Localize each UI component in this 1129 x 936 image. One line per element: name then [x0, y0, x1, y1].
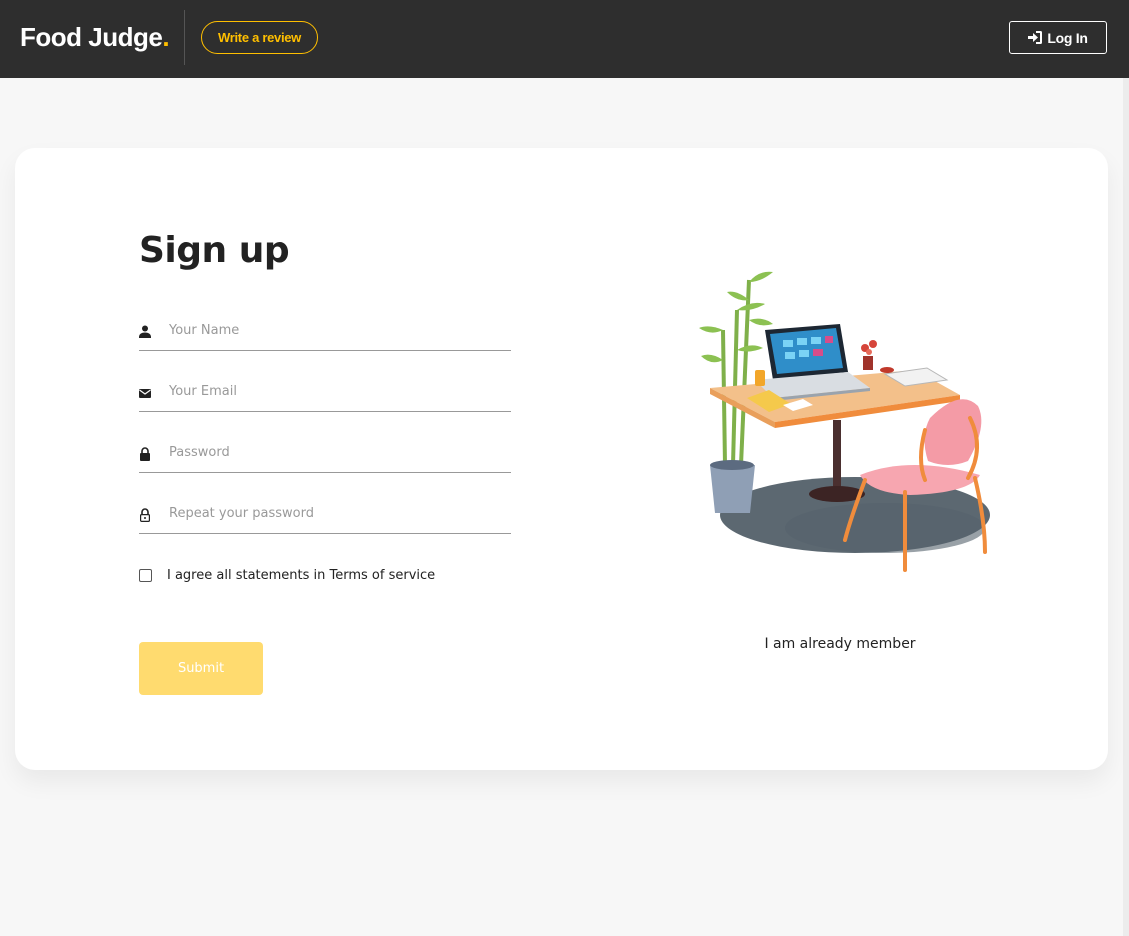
- submit-button[interactable]: Submit: [139, 642, 263, 695]
- name-input[interactable]: [169, 315, 499, 345]
- page-title: Sign up: [139, 230, 290, 271]
- repeat-password-input[interactable]: [169, 498, 499, 528]
- top-navbar: Food Judge. Write a review Log In: [0, 0, 1129, 78]
- write-review-button[interactable]: Write a review: [201, 21, 318, 54]
- desk-illustration: [699, 271, 990, 572]
- lock-icon: [140, 447, 150, 461]
- lock-outline-icon: [140, 508, 150, 522]
- sign-in-icon: [1028, 31, 1043, 44]
- brand-dot: .: [162, 22, 170, 52]
- password-input[interactable]: [169, 437, 499, 467]
- terms-checkbox[interactable]: [139, 569, 152, 582]
- password-field: [139, 431, 511, 473]
- login-label: Log In: [1047, 29, 1088, 46]
- scrollbar[interactable]: [1123, 78, 1129, 936]
- terms-agreement: I agree all statements in Terms of servi…: [139, 568, 435, 583]
- email-field: [139, 370, 511, 412]
- brand-name: Food Judge: [20, 22, 163, 52]
- repeat-password-field: [139, 492, 511, 534]
- brand-logo[interactable]: Food Judge.: [20, 22, 170, 53]
- signup-card: Sign up I agree all statements in Te: [15, 148, 1108, 770]
- navbar-divider: [184, 10, 185, 65]
- login-button[interactable]: Log In: [1009, 21, 1107, 54]
- name-field: [139, 309, 511, 351]
- email-input[interactable]: [169, 376, 499, 406]
- person-icon: [139, 325, 151, 338]
- already-member-link[interactable]: I am already member: [755, 636, 925, 652]
- envelope-icon: [139, 389, 151, 398]
- terms-label: I agree all statements in Terms of servi…: [167, 568, 436, 583]
